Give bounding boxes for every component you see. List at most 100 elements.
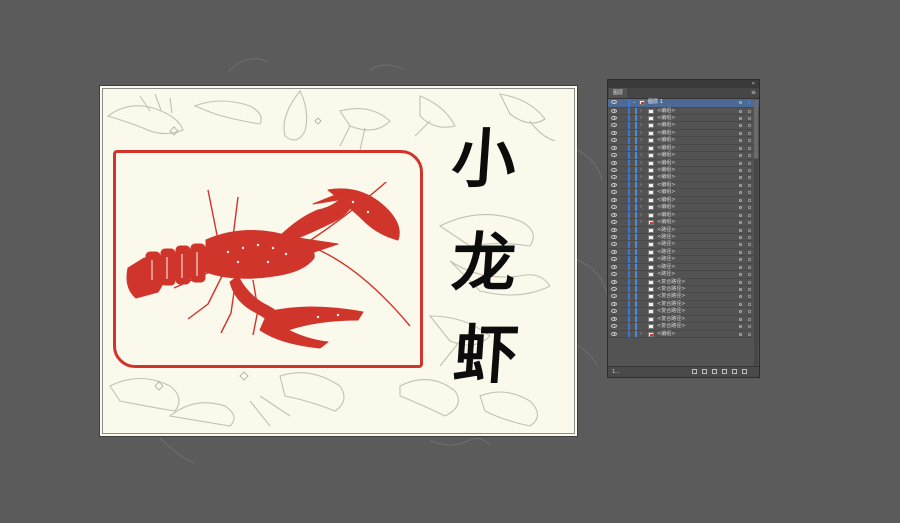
layer-name[interactable]: <路径> [657,234,675,241]
new-layer-icon[interactable] [732,369,737,374]
visibility-eye-icon[interactable] [611,324,617,329]
target-circle-icon[interactable] [739,228,742,232]
selection-indicator[interactable] [748,146,751,150]
layer-row[interactable]: <路径> [608,233,759,242]
scrollbar-thumb[interactable] [754,99,758,159]
collect-export-icon[interactable] [692,369,697,374]
target-circle-icon[interactable] [739,235,742,239]
selection-indicator[interactable] [748,109,751,113]
selection-indicator[interactable] [748,243,751,247]
panel-title-bar[interactable]: « [608,80,759,88]
selection-indicator[interactable] [748,258,751,262]
layer-name[interactable]: <编组> [657,189,675,196]
layer-name[interactable]: <编组> [657,167,675,174]
expand-chevron-icon[interactable]: › [640,189,642,196]
selection-indicator[interactable] [748,273,751,277]
red-crayfish-illustration[interactable] [118,182,418,362]
expand-chevron-icon[interactable]: › [640,137,642,144]
target-circle-icon[interactable] [739,116,742,120]
layer-row[interactable]: <路径> [608,256,759,264]
panel-menu-icon[interactable]: ≡ [751,89,756,97]
delete-layer-icon[interactable] [742,369,747,374]
visibility-eye-icon[interactable] [611,190,617,195]
tab-layers[interactable]: 图层 [609,88,627,98]
layer-row[interactable]: › <编组> [608,107,759,115]
target-circle-icon[interactable] [739,258,742,262]
visibility-eye-icon[interactable] [611,175,617,180]
expand-chevron-icon[interactable]: › [640,167,642,174]
layer-name[interactable]: <编组> [657,174,675,181]
layer-row[interactable]: › <编组> [608,152,759,160]
layer-row[interactable]: › <编组> [608,174,759,182]
layer-name[interactable]: <编组> [657,204,675,211]
make-clipping-mask-icon[interactable] [712,369,717,374]
layer-name[interactable]: <复合路径> [657,286,685,293]
layer-name[interactable]: <路径> [657,271,675,278]
layer-name[interactable]: <编组> [657,152,675,159]
layer-row[interactable]: › <编组> [608,167,759,175]
layer-row[interactable]: <路径> [608,248,759,257]
expand-chevron-icon[interactable]: › [640,204,642,211]
expand-chevron-icon[interactable]: › [640,152,642,159]
layer-row-top[interactable]: ⌄ 图层 1 [608,99,759,108]
target-circle-icon[interactable] [739,265,742,269]
layer-row[interactable]: › <编组> [608,219,759,227]
target-circle-icon[interactable] [739,310,742,314]
layer-row[interactable]: › <编组> [608,330,759,339]
layer-name[interactable]: <路径> [657,256,675,263]
layer-row[interactable]: <路径> [608,226,759,234]
target-circle-icon[interactable] [739,213,742,217]
layer-row[interactable]: <复合路径> [608,308,759,316]
visibility-eye-icon[interactable] [611,279,617,284]
selection-indicator[interactable] [748,139,751,143]
visibility-eye-icon[interactable] [611,264,617,269]
layer-row[interactable]: › <编组> [608,114,759,123]
target-circle-icon[interactable] [739,146,742,150]
selection-indicator[interactable] [748,228,751,232]
new-sublayer-icon[interactable] [722,369,727,374]
visibility-eye-icon[interactable] [611,242,617,247]
layer-name[interactable]: 图层 1 [648,99,663,106]
expand-chevron-icon[interactable]: › [640,219,642,226]
target-circle-icon[interactable] [739,302,742,306]
layer-list-scrollbar[interactable] [754,99,758,367]
layer-row[interactable]: › <编组> [608,204,759,212]
visibility-eye-icon[interactable] [611,220,617,225]
target-circle-icon[interactable] [739,317,742,321]
title-char-1[interactable]: 小 [449,122,518,197]
layer-row[interactable]: › <编组> [608,181,759,190]
selection-indicator[interactable] [748,154,751,158]
selection-indicator[interactable] [748,250,751,254]
selection-indicator[interactable] [748,332,751,336]
layer-row[interactable]: › <编组> [608,159,759,167]
target-circle-icon[interactable] [739,325,742,329]
layer-name[interactable]: <编组> [657,130,675,137]
selection-indicator[interactable] [748,191,751,195]
layer-name[interactable]: <编组> [657,219,675,226]
visibility-eye-icon[interactable] [611,130,617,135]
title-char-3[interactable]: 虾 [451,318,520,393]
layer-row[interactable]: › <编组> [608,122,759,130]
title-char-2[interactable]: 龙 [449,226,518,301]
visibility-eye-icon[interactable] [611,168,617,172]
visibility-eye-icon[interactable] [611,197,617,202]
visibility-eye-icon[interactable] [611,108,617,113]
selection-indicator[interactable] [748,310,751,314]
layer-name[interactable]: <编组> [657,197,675,204]
layer-row[interactable]: › <编组> [608,189,759,197]
selection-indicator[interactable] [748,131,751,135]
layer-row[interactable]: <复合路径> [608,278,759,286]
visibility-eye-icon[interactable] [611,301,617,306]
visibility-eye-icon[interactable] [611,227,617,232]
selection-indicator[interactable] [748,325,751,329]
selection-indicator[interactable] [748,221,751,225]
expand-chevron-icon[interactable]: ⌄ [632,99,636,106]
selection-indicator[interactable] [748,206,751,210]
target-circle-icon[interactable] [739,273,742,277]
target-circle-icon[interactable] [739,221,742,225]
target-circle-icon[interactable] [739,161,742,165]
layer-name[interactable]: <编组> [657,212,675,219]
selection-indicator[interactable] [748,169,751,172]
layer-name[interactable]: <复合路径> [657,323,685,330]
target-circle-icon[interactable] [739,124,742,128]
